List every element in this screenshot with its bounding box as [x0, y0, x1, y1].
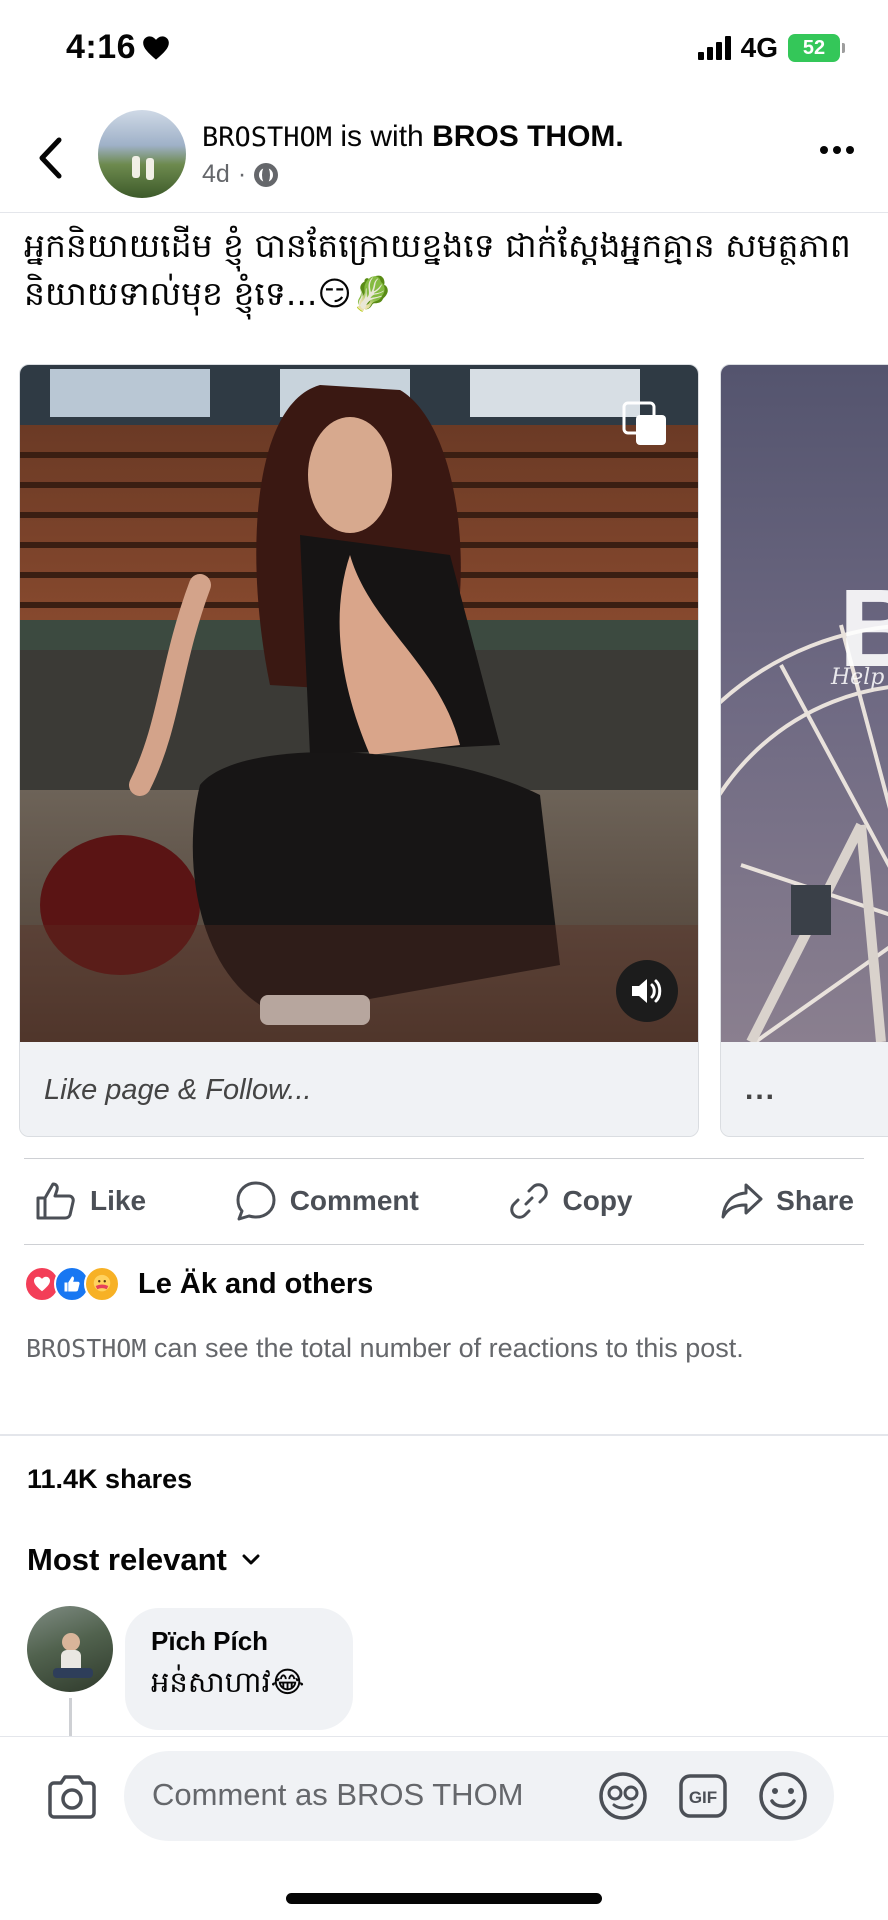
card-footer[interactable]: Like page & Follow...: [20, 1042, 698, 1136]
share-button[interactable]: Share: [710, 1179, 864, 1223]
battery-level: 52: [802, 36, 826, 59]
header-divider: [0, 212, 888, 213]
note-text: can see the total number of reactions to…: [146, 1333, 744, 1363]
care-reaction-icon: [84, 1266, 120, 1302]
comment-author[interactable]: Pïch Pích: [151, 1626, 327, 1657]
post-video[interactable]: [20, 365, 698, 1042]
comment-composer: Comment as BROS THOM GIF: [0, 1736, 888, 1920]
heart-icon: [143, 35, 169, 60]
back-button[interactable]: [30, 130, 70, 186]
commenter-avatar[interactable]: [27, 1606, 113, 1692]
comment-label: Comment: [289, 1185, 419, 1216]
emoji-icon[interactable]: [754, 1767, 812, 1825]
like-label: Like: [90, 1185, 147, 1216]
sort-label: Most relevant: [27, 1542, 227, 1577]
post-time[interactable]: 4d: [202, 160, 230, 189]
card-footer-text: ...: [745, 1073, 777, 1106]
gif-icon[interactable]: GIF: [674, 1767, 732, 1825]
network-label: 4G: [740, 32, 778, 63]
card-footer[interactable]: ...: [721, 1042, 888, 1136]
tagged-name[interactable]: BROS THOM.: [432, 120, 624, 153]
link-icon: [509, 1183, 548, 1219]
status-indicators: 4G 52: [697, 32, 845, 64]
more-options-button[interactable]: [820, 146, 854, 154]
page-avatar[interactable]: [98, 110, 186, 198]
carousel-card[interactable]: B Help L ...: [720, 364, 888, 1137]
status-bar: 4:16 4G 52: [0, 0, 888, 96]
multi-media-icon: [622, 401, 666, 445]
reaction-visibility-note: BROSTHOM can see the total number of rea…: [26, 1326, 806, 1371]
gif-label: GIF: [689, 1788, 717, 1807]
banner-subtitle: Help L: [831, 665, 888, 690]
home-indicator[interactable]: [286, 1893, 602, 1904]
comment-sort-dropdown[interactable]: Most relevant: [27, 1542, 261, 1578]
chevron-left-icon: [39, 137, 62, 179]
reaction-icons: [24, 1266, 120, 1302]
post-actions: Like Comment Copy Share: [24, 1166, 864, 1236]
post-header: BROSTHOM is with BROS THOM. 4d ·: [0, 108, 888, 208]
shares-count[interactable]: 11.4K shares: [27, 1464, 192, 1495]
actions-divider: [24, 1158, 864, 1159]
reactions-summary[interactable]: Le Äk and others: [24, 1266, 373, 1302]
reaction-summary-text: Le Äk and others: [138, 1267, 374, 1300]
post-caption: អ្នកនិយាយដើម ខ្ញុំ បានតែក្រោយខ្នងទេ ជាក់…: [24, 226, 851, 313]
copy-link-button[interactable]: Copy: [497, 1179, 643, 1223]
like-button[interactable]: Like: [24, 1179, 156, 1223]
sticker-icon[interactable]: [594, 1767, 652, 1825]
globe-icon: [254, 162, 279, 187]
composer-icons: GIF: [594, 1767, 812, 1825]
card-footer-text: Like page & Follow...: [44, 1073, 312, 1106]
post-author-line: BROSTHOM is with BROS THOM.: [202, 120, 624, 154]
share-label: Share: [776, 1185, 854, 1216]
copy-label: Copy: [562, 1185, 633, 1216]
comment-placeholder: Comment as BROS THOM: [152, 1777, 524, 1812]
header-text: BROSTHOM is with BROS THOM. 4d ·: [202, 120, 624, 189]
comment-thread-line: [69, 1698, 72, 1738]
with-connector: is with: [332, 120, 433, 153]
actions-divider: [24, 1244, 864, 1245]
speaker-icon: [632, 979, 662, 1003]
comment-text: អន់សាហាវ😂: [151, 1665, 305, 1699]
sound-toggle-button[interactable]: [616, 960, 678, 1022]
meta-separator: ·: [237, 160, 247, 188]
media-carousel[interactable]: Like page & Follow... B: [0, 364, 888, 1138]
comment-button[interactable]: Comment: [224, 1179, 429, 1223]
comment-icon: [236, 1181, 276, 1221]
section-divider: [0, 1434, 888, 1436]
status-time-text: 4:16: [66, 28, 137, 66]
note-page-name: BROSTHOM: [26, 1334, 147, 1363]
comment-bubble[interactable]: Pïch Pích អន់សាហាវ😂: [125, 1608, 353, 1730]
thumbs-up-icon: [36, 1182, 75, 1220]
status-time: 4:16: [66, 28, 170, 67]
post-image[interactable]: B Help L: [721, 365, 888, 1042]
ferris-wheel-image: [721, 624, 888, 1042]
camera-icon[interactable]: [44, 1769, 100, 1825]
carousel-card[interactable]: Like page & Follow...: [19, 364, 699, 1137]
comment-input[interactable]: Comment as BROS THOM GIF: [124, 1751, 834, 1841]
battery-icon: 52: [788, 34, 845, 62]
post-meta: 4d ·: [202, 160, 624, 189]
video-frame: [20, 365, 698, 1042]
chevron-down-icon: [242, 1554, 260, 1565]
share-icon: [721, 1183, 763, 1219]
page-name[interactable]: BROSTHOM: [202, 122, 332, 153]
signal-icon: [697, 36, 731, 60]
